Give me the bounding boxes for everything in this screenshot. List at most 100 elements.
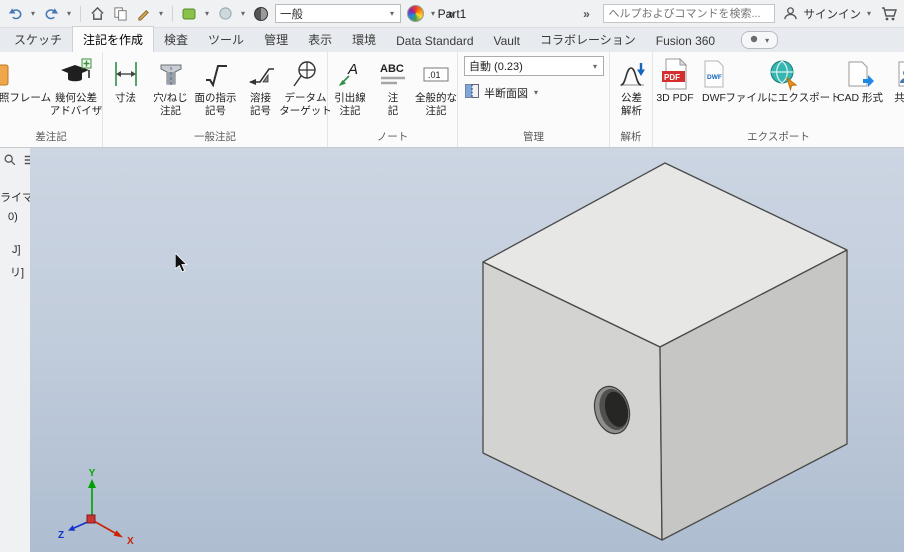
tab-tools[interactable]: ツール — [198, 27, 254, 52]
tolerance-analysis-label-2: 解析 — [621, 104, 642, 117]
appearance-combobox[interactable]: 一般 ▾ — [275, 4, 401, 23]
application-window: ▾ ▾ ▾ ▾ ▾ 一般 ▾ ▾ » Part1 » ヘルプおよびコマンドを検索… — [0, 0, 904, 552]
general-note-button[interactable]: .01 全般的な 注記 — [414, 52, 458, 117]
checker-circle-icon[interactable] — [252, 5, 270, 23]
auto-tolerance-combobox[interactable]: 自動 (0.23) ▾ — [464, 56, 604, 76]
shared-views-button[interactable]: 共有ビ — [885, 52, 904, 105]
auto-tolerance-value: 自動 (0.23) — [469, 61, 523, 73]
datum-target-label-2: ターゲット — [279, 104, 332, 117]
cart-icon[interactable] — [880, 5, 898, 23]
tab-inspect[interactable]: 検査 — [154, 27, 198, 52]
tab-collaboration[interactable]: コラボレーション — [530, 27, 646, 52]
sign-in-caret[interactable]: ▾ — [865, 9, 873, 18]
tab-view[interactable]: 表示 — [298, 27, 342, 52]
weld-symbol-button[interactable]: 溶接 記号 — [238, 52, 283, 117]
sign-in-label: サインイン — [803, 8, 862, 21]
general-note-label-2: 注記 — [425, 104, 447, 117]
pen-dropdown-caret[interactable]: ▾ — [157, 9, 165, 18]
auto-tolerance-caret[interactable]: ▾ — [591, 62, 599, 71]
tab-data-standard[interactable]: Data Standard — [386, 30, 483, 52]
panel-manage: 自動 (0.23) ▾ 半断面図 ▾ 管理 — [458, 52, 610, 147]
cad-page-icon — [845, 56, 875, 92]
viewport-canvas[interactable]: Y X Z — [30, 148, 904, 552]
surface-texture-button[interactable]: 面の指示 記号 — [193, 52, 238, 117]
browser-tree-item[interactable]: リ] — [10, 264, 24, 280]
leader-note-button[interactable]: A 引出線 注記 — [328, 52, 372, 117]
home-icon[interactable] — [88, 5, 106, 23]
undo-icon[interactable] — [6, 5, 24, 23]
pen-icon[interactable] — [134, 5, 152, 23]
svg-text:PDF: PDF — [664, 73, 680, 82]
tab-manage[interactable]: 管理 — [254, 27, 298, 52]
export-to-file-button[interactable]: ファイルにエクスポート — [725, 52, 841, 105]
ribbon-options-caret[interactable]: ▾ — [763, 36, 771, 45]
note-label-2: 記 — [387, 104, 399, 117]
help-search-input[interactable] — [602, 4, 775, 23]
surface-texture-label-2: 記号 — [205, 104, 226, 117]
material-dropdown-caret[interactable]: ▾ — [203, 9, 211, 18]
panel-label-manage: 管理 — [523, 131, 544, 143]
toolbar-separator — [80, 5, 81, 22]
ribbon-tab-bar: スケッチ 注記を作成 検査 ツール 管理 表示 環境 Data Standard… — [0, 26, 904, 52]
sign-in-button[interactable]: サインイン ▾ — [782, 5, 874, 23]
person-icon — [782, 5, 800, 23]
3d-pdf-button[interactable]: PDF 3D PDF — [653, 52, 697, 105]
note-abc-icon: ABC — [378, 56, 408, 92]
model-scene: Y X Z — [58, 162, 848, 547]
reference-frame-label: 照フレーム — [0, 92, 52, 104]
redo-dropdown-caret[interactable]: ▾ — [65, 9, 73, 18]
color-wheel-icon[interactable] — [406, 5, 424, 23]
appearance-combobox-caret[interactable]: ▾ — [388, 9, 396, 18]
tolerance-analysis-icon — [617, 56, 647, 92]
browser-tree-item[interactable]: J] — [12, 244, 21, 256]
expand-chevrons-icon[interactable]: » — [578, 5, 596, 23]
browser-tree-item[interactable]: 0) — [8, 211, 18, 223]
dwf-icon: DWF — [700, 56, 728, 92]
3d-pdf-label: 3D PDF — [656, 92, 694, 104]
dimension-button[interactable]: 寸法 — [103, 52, 148, 105]
browser-search-icon[interactable] — [3, 153, 17, 170]
half-section-label: 半断面図 — [484, 87, 528, 100]
reference-frame-icon — [0, 62, 9, 93]
titlebar-right-cluster: » サインイン ▾ — [578, 4, 899, 23]
general-note-icon: .01 — [421, 56, 451, 92]
tab-vault[interactable]: Vault — [484, 30, 530, 52]
panel-label-analysis: 解析 — [620, 131, 642, 143]
tab-environments[interactable]: 環境 — [342, 27, 386, 52]
hole-thread-note-button[interactable]: 穴/ねじ 注記 — [148, 52, 193, 117]
dimension-icon — [111, 56, 141, 92]
weld-symbol-label-2: 記号 — [250, 104, 271, 117]
half-section-caret[interactable]: ▾ — [532, 88, 540, 97]
tab-create-annotation[interactable]: 注記を作成 — [72, 26, 155, 52]
appearance-sphere-icon[interactable] — [216, 5, 234, 23]
tab-sketch[interactable]: スケッチ — [4, 27, 72, 52]
undo-dropdown-caret[interactable]: ▾ — [29, 9, 37, 18]
surface-texture-icon — [201, 56, 231, 92]
tolerance-advisor-label-2: アドバイザ — [49, 104, 103, 117]
ribbon-options-icon — [748, 33, 760, 47]
cad-format-button[interactable]: CAD 形式 — [835, 52, 885, 105]
quick-access-toolbar: ▾ ▾ ▾ ▾ ▾ 一般 ▾ ▾ » Part1 » ヘルプおよびコマンドを検索… — [0, 0, 904, 28]
panel-tolerance-annotation: 照フレーム 幾何公差 アドバイザ 差注記 — [0, 52, 103, 147]
tab-fusion-360[interactable]: Fusion 360 — [646, 30, 725, 52]
copy-icon[interactable] — [111, 5, 129, 23]
hole-thread-note-label-2: 注記 — [160, 104, 181, 117]
shared-views-icon — [895, 56, 904, 92]
material-icon[interactable] — [180, 5, 198, 23]
half-section-view-button[interactable]: 半断面図 ▾ — [464, 83, 609, 102]
datum-target-button[interactable]: データム ターゲット — [279, 52, 332, 117]
svg-text:ABC: ABC — [380, 63, 404, 75]
tolerance-analysis-button[interactable]: 公差 解析 — [610, 52, 653, 117]
panel-analysis: 公差 解析 解析 — [610, 52, 653, 147]
redo-icon[interactable] — [42, 5, 60, 23]
appearance-dropdown-caret[interactable]: ▾ — [239, 9, 247, 18]
globe-export-icon — [766, 56, 800, 92]
note-button[interactable]: ABC 注 記 — [372, 52, 414, 117]
svg-text:.01: .01 — [428, 70, 441, 80]
ribbon-options-button[interactable]: ▾ — [741, 31, 779, 49]
panel-label-general-annotation: 一般注記 — [194, 131, 236, 143]
chevrons-right-icon[interactable]: » — [442, 5, 460, 23]
tolerance-advisor-button[interactable]: 幾何公差 アドバイザ — [50, 52, 102, 117]
color-wheel-caret[interactable]: ▾ — [429, 9, 437, 18]
panel-note: A 引出線 注記 ABC 注 記 .01 全般的な 注記 ノート — [328, 52, 458, 147]
